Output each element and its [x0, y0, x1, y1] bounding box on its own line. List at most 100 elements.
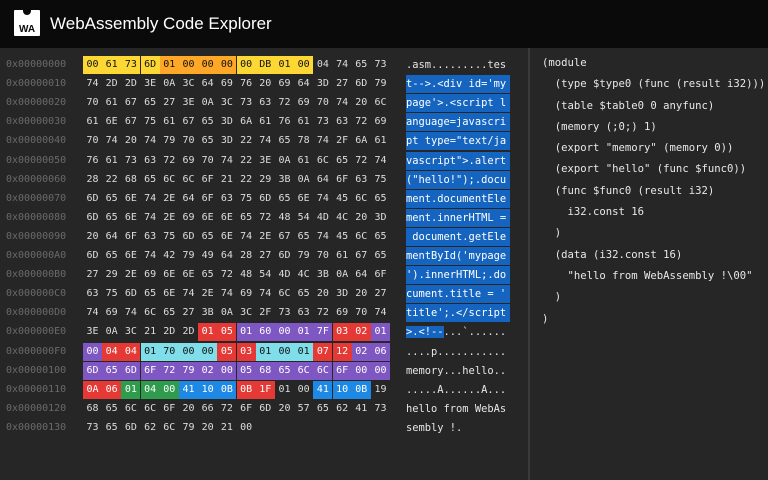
- hex-byte[interactable]: 3D: [217, 132, 236, 150]
- hex-byte[interactable]: 3C: [237, 304, 256, 322]
- hex-byte[interactable]: 0B: [217, 380, 237, 399]
- hex-byte[interactable]: 70: [313, 94, 332, 112]
- hex-byte[interactable]: 76: [237, 75, 256, 93]
- hex-byte[interactable]: 21: [141, 323, 160, 341]
- hex-byte[interactable]: 75: [237, 190, 256, 208]
- hex-row[interactable]: 0x000000B0 27 29 2E 69 6E 6E 65 72 48 54 4D 4C 3B 0A 64…: [0, 266, 528, 285]
- hex-byte[interactable]: 61: [371, 132, 390, 150]
- hex-byte[interactable]: 0A: [83, 380, 102, 399]
- hex-byte[interactable]: 00: [371, 361, 390, 380]
- hex-byte[interactable]: 74: [256, 132, 275, 150]
- hex-byte[interactable]: 6F: [121, 228, 140, 246]
- hex-byte[interactable]: 41: [179, 380, 198, 399]
- hex-byte[interactable]: 6E: [217, 228, 236, 246]
- hex-byte[interactable]: 72: [275, 94, 294, 112]
- ascii-cell[interactable]: memory...hello..: [406, 362, 510, 380]
- hex-byte[interactable]: 64: [313, 171, 332, 189]
- hex-byte[interactable]: 6C: [179, 171, 198, 189]
- hex-byte[interactable]: 6D: [83, 361, 102, 380]
- hex-byte[interactable]: 68: [83, 400, 102, 418]
- hex-view-panel[interactable]: 0x00000000 00 61 73 6D 01 00 00 00 00 DB 01 00 04 74 65…: [0, 48, 528, 480]
- hex-byte[interactable]: 28: [83, 171, 102, 189]
- hex-byte[interactable]: 3D: [371, 209, 390, 227]
- hex-row[interactable]: 0x00000130 73 65 6D 62 6C 79 20 21 00 sembly !.: [0, 419, 528, 437]
- ascii-cell[interactable]: ....p...........: [406, 343, 510, 361]
- hex-byte[interactable]: 00: [198, 342, 218, 361]
- hex-byte[interactable]: 73: [121, 56, 141, 74]
- hex-byte[interactable]: 54: [294, 209, 313, 227]
- hex-byte[interactable]: 20: [313, 285, 332, 303]
- hex-byte[interactable]: 01: [121, 380, 141, 399]
- hex-byte[interactable]: 48: [237, 266, 256, 284]
- hex-byte[interactable]: 74: [217, 152, 236, 170]
- hex-byte[interactable]: 65: [102, 361, 122, 380]
- hex-byte[interactable]: 6A: [352, 132, 371, 150]
- hex-byte[interactable]: 73: [275, 304, 294, 322]
- hex-byte[interactable]: 6C: [141, 400, 160, 418]
- hex-byte[interactable]: 79: [294, 247, 313, 265]
- hex-byte[interactable]: 61: [294, 113, 313, 131]
- hex-byte[interactable]: 65: [294, 285, 313, 303]
- hex-byte[interactable]: 2E: [256, 228, 275, 246]
- hex-byte[interactable]: 75: [371, 171, 390, 189]
- hex-byte[interactable]: 6C: [121, 400, 140, 418]
- hex-byte[interactable]: 70: [159, 342, 179, 361]
- hex-byte[interactable]: 74: [83, 304, 102, 322]
- hex-byte[interactable]: 6C: [313, 152, 332, 170]
- hex-byte[interactable]: 70: [83, 94, 102, 112]
- ascii-cell[interactable]: title';.</script: [406, 304, 510, 323]
- hex-byte[interactable]: 67: [121, 94, 140, 112]
- hex-byte[interactable]: 6F: [198, 190, 217, 208]
- hex-byte[interactable]: 65: [275, 132, 294, 150]
- hex-byte[interactable]: 65: [237, 209, 256, 227]
- hex-byte[interactable]: 2D: [160, 323, 179, 341]
- hex-byte[interactable]: 00: [83, 342, 102, 361]
- hex-byte[interactable]: 20: [275, 400, 294, 418]
- hex-byte[interactable]: 64: [102, 228, 121, 246]
- hex-byte[interactable]: 3E: [83, 323, 102, 341]
- hex-byte[interactable]: 06: [102, 380, 122, 399]
- hex-byte[interactable]: 70: [198, 152, 217, 170]
- hex-byte[interactable]: 6F: [371, 266, 390, 284]
- hex-byte[interactable]: 01: [294, 323, 314, 342]
- hex-byte[interactable]: 65: [371, 190, 390, 208]
- hex-byte[interactable]: 00: [179, 56, 198, 74]
- hex-byte[interactable]: 03: [236, 342, 256, 361]
- hex-byte[interactable]: 41: [352, 400, 371, 418]
- hex-byte[interactable]: 63: [217, 190, 236, 208]
- hex-byte[interactable]: 6C: [294, 361, 314, 380]
- hex-byte[interactable]: 00: [217, 361, 237, 380]
- hex-byte[interactable]: 72: [217, 266, 236, 284]
- hex-byte[interactable]: 3D: [217, 113, 236, 131]
- ascii-cell[interactable]: mentById('mypage: [406, 247, 510, 265]
- hex-byte[interactable]: 6E: [217, 209, 236, 227]
- hex-byte[interactable]: 64: [179, 190, 198, 208]
- hex-byte[interactable]: 2F: [256, 304, 275, 322]
- ascii-cell[interactable]: vascript">.alert: [406, 151, 510, 170]
- hex-byte[interactable]: 22: [237, 171, 256, 189]
- hex-byte[interactable]: 22: [237, 132, 256, 150]
- hex-byte[interactable]: 61: [102, 56, 122, 74]
- ascii-cell[interactable]: ').innerHTML;.do: [406, 266, 510, 285]
- hex-byte[interactable]: 27: [160, 94, 179, 112]
- hex-byte[interactable]: 29: [102, 266, 121, 284]
- hex-byte[interactable]: 6D: [256, 190, 275, 208]
- hex-byte[interactable]: 27: [371, 285, 390, 303]
- hex-byte[interactable]: 22: [237, 152, 256, 170]
- ascii-cell[interactable]: hello from WebAs: [406, 400, 510, 418]
- hex-byte[interactable]: 01: [275, 381, 294, 399]
- hex-byte[interactable]: 6C: [275, 285, 294, 303]
- hex-byte[interactable]: 74: [313, 228, 332, 246]
- hex-byte[interactable]: 2E: [160, 190, 179, 208]
- hex-byte[interactable]: 22: [102, 171, 121, 189]
- hex-byte[interactable]: 70: [313, 247, 332, 265]
- ascii-cell[interactable]: ("hello!");.docu: [406, 170, 510, 189]
- hex-byte[interactable]: 0B: [236, 380, 256, 399]
- hex-byte[interactable]: 05: [236, 361, 256, 380]
- hex-byte[interactable]: 65: [333, 152, 352, 170]
- hex-byte[interactable]: 65: [313, 400, 332, 418]
- hex-byte[interactable]: 6D: [83, 209, 102, 227]
- hex-byte[interactable]: 3B: [313, 266, 332, 284]
- hex-byte[interactable]: 3D: [333, 285, 352, 303]
- hex-byte[interactable]: 79: [371, 75, 390, 93]
